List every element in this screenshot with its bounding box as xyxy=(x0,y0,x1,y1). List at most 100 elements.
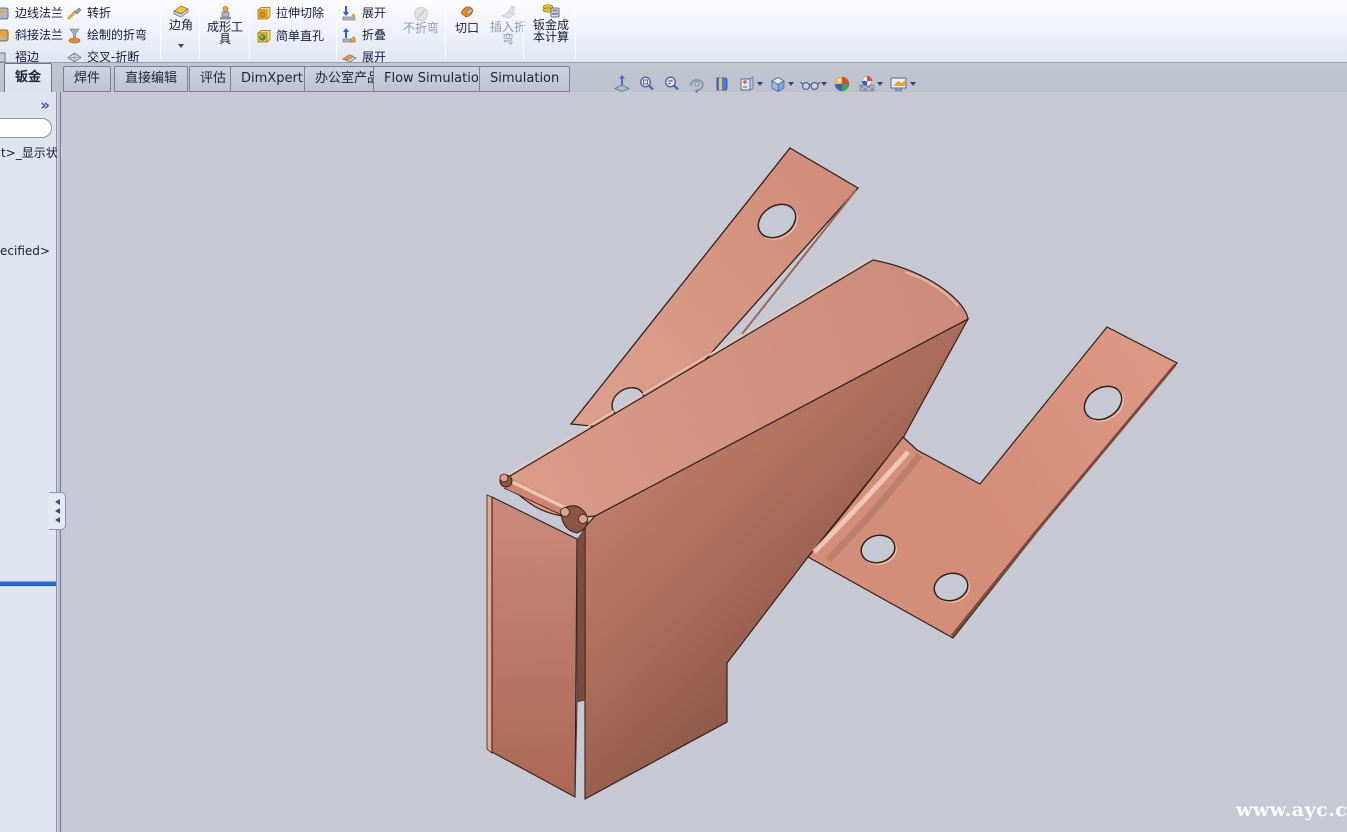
tab-direct-editing[interactable]: 直接编辑 xyxy=(114,66,188,92)
panel-slit xyxy=(577,528,585,702)
simple-hole-label: 简单直孔 xyxy=(276,30,324,42)
jog-button[interactable]: 转折 xyxy=(66,3,111,23)
corner-dropdown-arrow-icon[interactable] xyxy=(178,44,184,48)
hide-show-items-button[interactable] xyxy=(797,73,829,95)
toolbar-separator xyxy=(445,3,446,59)
panel-right-edge xyxy=(57,92,61,832)
apply-scene-button[interactable] xyxy=(855,73,885,95)
panel-splitter-handle[interactable] xyxy=(49,492,66,530)
watermark: www.ayc.cn xyxy=(1236,799,1347,821)
heads-up-view-toolbar xyxy=(610,72,918,96)
edge-flange-icon xyxy=(0,6,11,21)
view-settings-button[interactable] xyxy=(886,73,918,95)
corner-label: 边角 xyxy=(169,20,193,32)
feature-tree-filter-input[interactable] xyxy=(0,118,52,138)
hem-icon xyxy=(0,50,11,65)
view-orientation-dropdown-arrow-icon xyxy=(757,82,763,86)
extruded-cut-label: 拉伸切除 xyxy=(276,7,324,19)
sketched-bend-label: 绘制的折弯 xyxy=(87,29,147,41)
sheet-metal-cost-label: 钣金成本计算 xyxy=(531,20,571,43)
hide-show-items-icon xyxy=(799,74,821,94)
forming-tool-button[interactable]: 成形工具 xyxy=(203,4,247,45)
hem-end-cap xyxy=(579,515,588,524)
edit-appearance-icon xyxy=(832,74,852,94)
collapse-arrow-icon xyxy=(55,499,60,505)
insert-bends-icon xyxy=(499,4,518,22)
edge-flange-button[interactable]: 边线法兰 xyxy=(0,3,63,23)
unfold-icon xyxy=(341,5,358,22)
toolbar-separator xyxy=(336,3,337,59)
zoom-to-fit-icon xyxy=(612,74,632,94)
hem-label: 褶边 xyxy=(15,51,39,63)
forming-tool-label: 成形工具 xyxy=(205,22,245,45)
corner-button[interactable]: 边角 xyxy=(163,2,199,48)
collapse-arrow-icon xyxy=(55,508,60,514)
fold-button[interactable]: 折叠 xyxy=(341,25,386,45)
edit-appearance-button[interactable] xyxy=(830,73,854,95)
rotate-view-button[interactable] xyxy=(685,73,709,95)
sketched-bend-icon xyxy=(66,27,83,44)
cross-break-icon xyxy=(66,49,83,66)
toolbar-separator xyxy=(160,3,161,59)
left-panel-sliver xyxy=(487,495,492,753)
cross-break-label: 交叉-折断 xyxy=(87,51,139,63)
material-node-label: ecified> xyxy=(0,244,50,258)
unfold-button[interactable]: 展开 xyxy=(341,3,386,23)
toolbar-separator xyxy=(199,3,200,59)
panel-collapse-chevron[interactable]: » xyxy=(40,96,50,114)
zoom-to-area-button[interactable] xyxy=(635,73,659,95)
cross-break-button[interactable]: 交叉-折断 xyxy=(66,47,139,67)
no-bends-button[interactable]: 不折弯 xyxy=(398,5,444,35)
zoom-to-fit-button[interactable] xyxy=(610,73,634,95)
flatten-button[interactable]: 展开 xyxy=(341,47,386,67)
toolbar-separator xyxy=(249,3,250,59)
zoom-in-out-icon xyxy=(662,74,682,94)
hem-button[interactable]: 褶边 xyxy=(0,47,39,67)
no-bends-label: 不折弯 xyxy=(403,23,439,35)
apply-scene-dropdown-arrow-icon xyxy=(877,82,883,86)
view-settings-icon xyxy=(888,74,910,94)
toolbar-separator xyxy=(575,3,576,59)
tab-simulation[interactable]: Simulation xyxy=(479,66,570,92)
no-bends-icon xyxy=(412,5,430,23)
view-orientation-button[interactable] xyxy=(735,73,765,95)
flatten-label: 展开 xyxy=(362,51,386,63)
miter-flange-button[interactable]: 斜接法兰 xyxy=(0,25,63,45)
sheet-metal-part[interactable] xyxy=(487,148,1177,799)
toolbar-separator xyxy=(523,3,524,59)
panel-slit-gap-edges xyxy=(575,700,585,799)
sketched-bend-button[interactable]: 绘制的折弯 xyxy=(66,25,147,45)
extruded-cut-icon xyxy=(255,5,272,22)
jog-icon xyxy=(66,5,83,22)
display-style-dropdown-arrow-icon xyxy=(788,82,794,86)
jog-label: 转折 xyxy=(87,7,111,19)
tab-weldments[interactable]: 焊件 xyxy=(63,66,111,92)
sheet-metal-cost-button[interactable]: 钣金成本计算 xyxy=(528,1,574,43)
apply-scene-icon xyxy=(857,74,877,94)
edge-flange-label: 边线法兰 xyxy=(15,7,63,19)
tab-sheet-metal[interactable]: 钣金 xyxy=(4,63,52,92)
hide-show-items-dropdown-arrow-icon xyxy=(821,82,827,86)
feature-tree-root-label: t>_显示状 xyxy=(1,144,58,161)
hem-left-cap xyxy=(500,474,508,482)
zoom-to-area-icon xyxy=(637,74,657,94)
rotate-view-icon xyxy=(687,74,707,94)
fold-icon xyxy=(341,27,358,44)
unfold-label: 展开 xyxy=(362,7,386,19)
section-view-button[interactable] xyxy=(710,73,734,95)
rip-button[interactable]: 切口 xyxy=(449,4,485,35)
part-canvas xyxy=(0,0,1347,832)
display-style-button[interactable] xyxy=(766,73,796,95)
panel-splitter-bar[interactable] xyxy=(0,581,56,586)
tab-dimxpert[interactable]: DimXpert xyxy=(230,66,314,92)
flatten-icon xyxy=(341,49,358,66)
miter-flange-label: 斜接法兰 xyxy=(15,29,63,41)
simple-hole-button[interactable]: 简单直孔 xyxy=(255,26,324,46)
fold-label: 折叠 xyxy=(362,29,386,41)
hem-end-cap xyxy=(561,508,570,517)
simple-hole-icon xyxy=(255,28,272,45)
miter-flange-icon xyxy=(0,28,11,43)
zoom-in-out-button[interactable] xyxy=(660,73,684,95)
extruded-cut-button[interactable]: 拉伸切除 xyxy=(255,3,324,23)
rip-label: 切口 xyxy=(455,23,479,35)
